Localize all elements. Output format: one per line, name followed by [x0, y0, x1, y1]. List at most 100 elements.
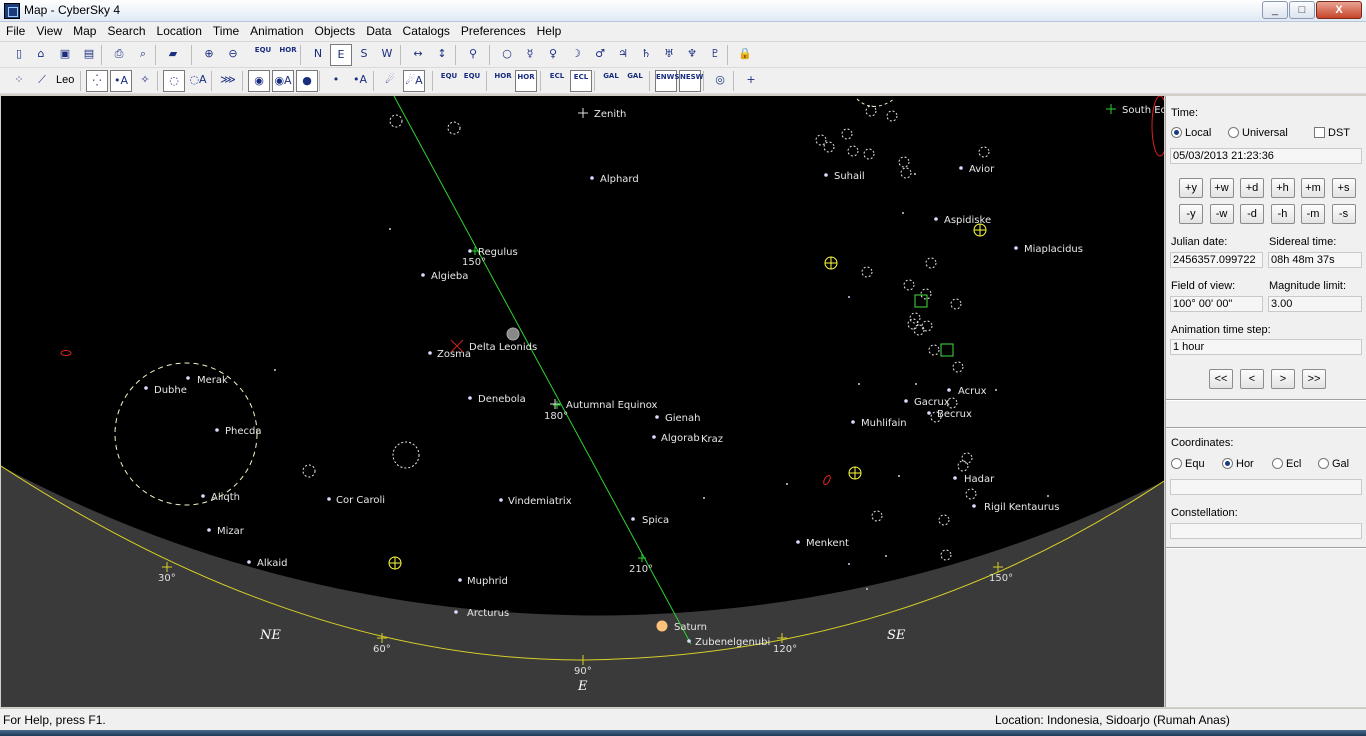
star-alioth[interactable] [201, 494, 205, 498]
hor-grid-labels-button[interactable]: HOR [515, 70, 537, 92]
equ-grid-button[interactable]: EQU [438, 70, 460, 92]
west-button-button[interactable]: W [376, 44, 398, 66]
planet-saturn[interactable] [656, 620, 668, 632]
julian-date-field[interactable]: 2456357.099722 [1170, 252, 1263, 268]
comets-button[interactable]: ☄ [379, 70, 401, 92]
sidereal-time-field[interactable]: 08h 48m 37s [1268, 252, 1362, 268]
south-button-button[interactable]: S [353, 44, 375, 66]
star-becrux[interactable] [927, 411, 931, 415]
coords-gal-radio[interactable]: Gal [1318, 458, 1349, 470]
datetime-field[interactable]: 05/03/2013 21:23:36 [1170, 148, 1362, 164]
equ-dome-button[interactable]: EQU [252, 44, 274, 66]
telescope-button[interactable]: ⚲ [462, 44, 484, 66]
star-zosma[interactable] [428, 351, 432, 355]
print-button[interactable]: ⎙ [108, 44, 130, 66]
time-step-plus-w-button[interactable]: +w [1209, 178, 1234, 198]
menu-preferences[interactable]: Preferences [455, 22, 531, 41]
star-mizar[interactable] [207, 528, 211, 532]
anim-fast-back-button[interactable]: << [1209, 369, 1233, 389]
star-zubenelgenubi[interactable] [687, 639, 691, 643]
time-step-minus-y-button[interactable]: -y [1179, 204, 1203, 224]
comet-labels-button[interactable]: ☄A [403, 70, 425, 92]
minor-planets-button[interactable]: • [325, 70, 347, 92]
open-button[interactable]: ⌂ [30, 44, 52, 66]
star-cor-caroli[interactable] [327, 497, 331, 501]
sun-button[interactable]: ○ [496, 44, 518, 66]
minor-planet-labels-button[interactable]: •A [349, 70, 371, 92]
sky-map[interactable]: Zenith Alphard Regulus Algieba Zosma Delta Le… [1, 96, 1164, 707]
star-acrux[interactable] [947, 388, 951, 392]
menu-data[interactable]: Data [360, 22, 396, 41]
planets-button[interactable]: ◉ [248, 70, 270, 92]
coords-ecl-radio[interactable]: Ecl [1272, 458, 1301, 470]
maximize-button[interactable]: □ [1289, 1, 1315, 19]
star-denebola[interactable] [468, 396, 472, 400]
zoom-in-button[interactable]: ⊕ [198, 44, 220, 66]
east-button-button[interactable]: E [330, 44, 352, 66]
equ-grid-labels-button[interactable]: EQU [461, 70, 483, 92]
target-button[interactable]: ◎ [709, 70, 731, 92]
fov-field[interactable]: 100° 00' 00" [1170, 296, 1263, 312]
menu-objects[interactable]: Objects [309, 22, 361, 41]
star-phecda[interactable] [215, 428, 219, 432]
star-suhail[interactable] [824, 173, 828, 177]
magnitude-limit-field[interactable]: 3.00 [1268, 296, 1362, 312]
hor-dome-button[interactable]: HOR [277, 44, 299, 66]
star-algieba[interactable] [421, 273, 425, 277]
zoom-out-button[interactable]: ⊖ [222, 44, 244, 66]
deep-sky-labels-button[interactable]: ◌A [187, 70, 209, 92]
constellation-lines-button[interactable]: ⁘ [8, 70, 30, 92]
ecl-grid-labels-button[interactable]: ECL [570, 70, 592, 92]
star-merak[interactable] [186, 376, 190, 380]
star-algorab[interactable] [652, 435, 656, 439]
deep-sky-button[interactable]: ◌ [163, 70, 185, 92]
close-button[interactable]: X [1316, 1, 1362, 19]
dst-checkbox[interactable]: DST [1314, 127, 1350, 139]
flip-vertical-button[interactable]: ↕ [431, 44, 453, 66]
time-step-plus-h-button[interactable]: +h [1270, 178, 1295, 198]
venus-button[interactable]: ♀ [542, 44, 564, 66]
star-rigil-kentaurus[interactable] [972, 504, 976, 508]
menu-view[interactable]: View [30, 22, 67, 41]
menu-location[interactable]: Location [151, 22, 207, 41]
star-spica[interactable] [631, 517, 635, 521]
ecl-grid-button[interactable]: ECL [546, 70, 568, 92]
lock-button[interactable]: 🔒 [734, 44, 756, 66]
star-vindemiatrix[interactable] [499, 498, 503, 502]
anim-forward-button[interactable]: > [1271, 369, 1295, 389]
time-step-plus-s-button[interactable]: +s [1331, 178, 1356, 198]
star-hadar[interactable] [953, 476, 957, 480]
save-all-button[interactable]: ▤ [78, 44, 100, 66]
menu-catalogs[interactable]: Catalogs [397, 22, 455, 41]
crosshair-button[interactable]: + [740, 70, 762, 92]
time-step-minus-w-button[interactable]: -w [1209, 204, 1234, 224]
menu-animation[interactable]: Animation [244, 22, 308, 41]
planet-disk-button[interactable]: ● [296, 70, 318, 92]
star-menkent[interactable] [796, 540, 800, 544]
uranus-button[interactable]: ♅ [658, 44, 680, 66]
moon-button[interactable]: ☽ [565, 44, 587, 66]
book-button[interactable]: ▰ [162, 44, 184, 66]
nesw-labels-button[interactable]: NESW [679, 70, 703, 92]
star-dubhe[interactable] [144, 386, 148, 390]
star-gienah[interactable] [655, 415, 659, 419]
menu-search[interactable]: Search [101, 22, 150, 41]
constellation-field[interactable] [1170, 523, 1362, 539]
menu-file[interactable]: File [0, 22, 30, 41]
star-avior[interactable] [959, 166, 963, 170]
sky-map-canvas[interactable]: ZenithAlphardRegulusAlgiebaZosmaDelta Le… [1, 96, 1164, 707]
time-step-plus-d-button[interactable]: +d [1240, 178, 1264, 198]
compass-button[interactable]: ENWS [655, 70, 679, 92]
time-step-minus-d-button[interactable]: -d [1240, 204, 1264, 224]
star-names-button[interactable]: ✧ [134, 70, 156, 92]
planet-labels-button[interactable]: ◉A [272, 70, 294, 92]
minimize-button[interactable]: _ [1262, 1, 1288, 19]
star-gacrux[interactable] [904, 399, 908, 403]
mars-button[interactable]: ♂ [589, 44, 611, 66]
time-universal-radio[interactable]: Universal [1228, 127, 1288, 139]
animation-step-field[interactable]: 1 hour [1170, 339, 1362, 355]
menu-map[interactable]: Map [67, 22, 101, 41]
stars-button[interactable]: ⁛ [86, 70, 108, 92]
neptune-button[interactable]: ♆ [681, 44, 703, 66]
star-alkaid[interactable] [247, 560, 251, 564]
